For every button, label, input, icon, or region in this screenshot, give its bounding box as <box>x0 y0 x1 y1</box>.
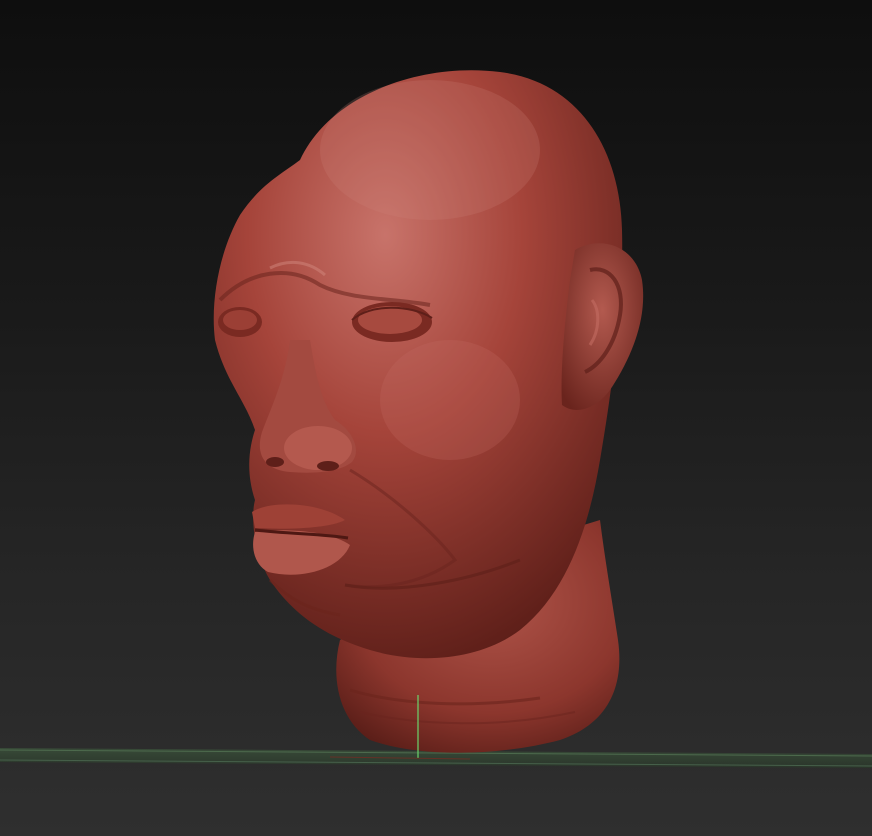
sculpt-canvas[interactable] <box>0 0 872 836</box>
ear[interactable] <box>561 243 644 410</box>
right-eye-socket <box>351 302 433 342</box>
left-eye-socket <box>218 307 262 337</box>
head-mesh[interactable] <box>213 70 623 659</box>
zbrush-viewport[interactable] <box>0 0 872 836</box>
